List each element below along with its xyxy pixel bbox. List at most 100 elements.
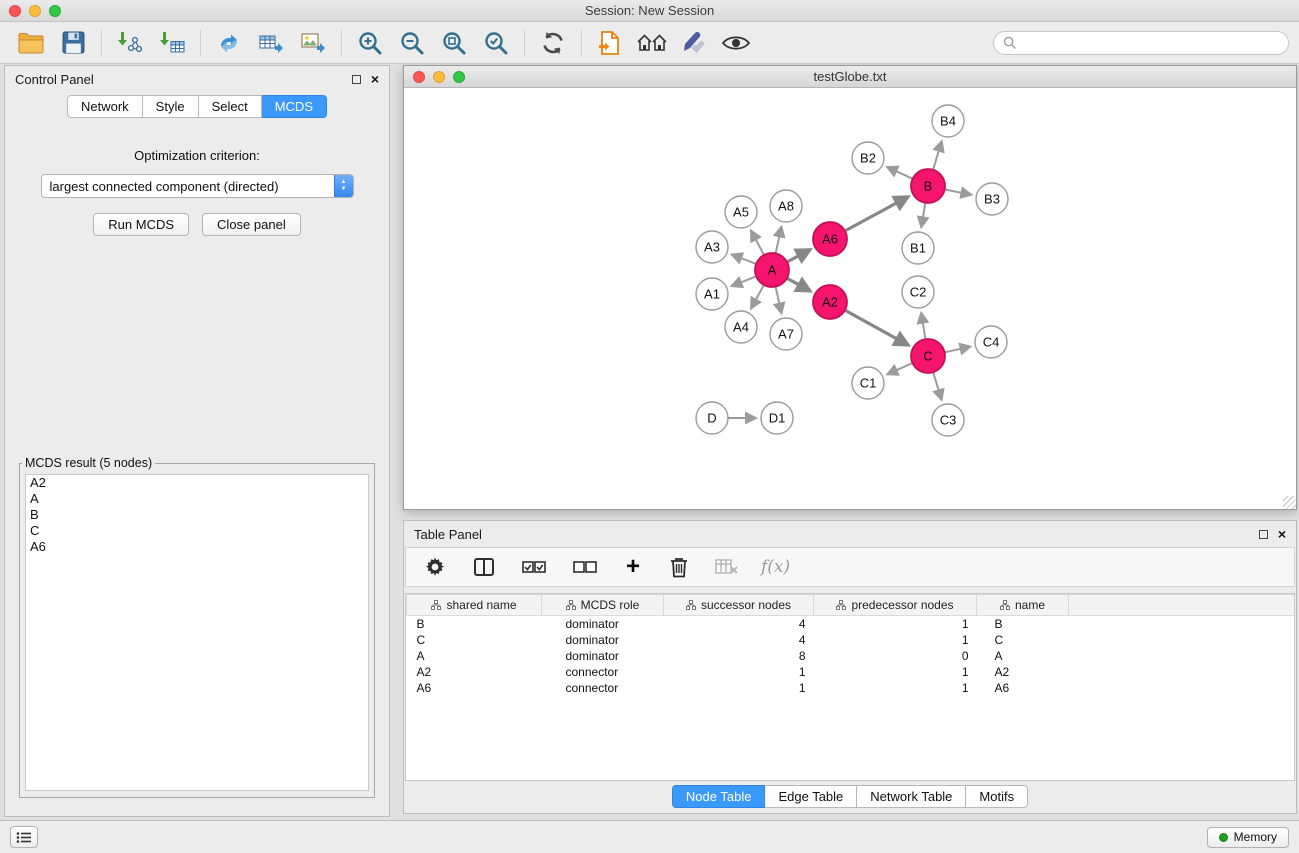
task-history-button[interactable]: [10, 826, 38, 848]
select-all-button[interactable]: [518, 549, 550, 585]
column-header-name[interactable]: name: [977, 595, 1069, 616]
node-B2[interactable]: B2: [852, 142, 884, 174]
mcds-result-item[interactable]: C: [26, 523, 368, 539]
export-image-button[interactable]: [292, 25, 334, 61]
resize-handle[interactable]: [1283, 496, 1296, 509]
mcds-result-item[interactable]: A2: [26, 475, 368, 491]
combo-stepper-icon[interactable]: ▲▼: [334, 174, 353, 198]
optimization-criterion-select[interactable]: largest connected component (directed) ▲…: [41, 174, 354, 198]
edge-A-A5[interactable]: [751, 231, 764, 256]
delete-table-button[interactable]: [712, 549, 742, 585]
edge-A-A4[interactable]: [751, 285, 764, 309]
import-table-button[interactable]: [151, 25, 193, 61]
edge-B-B1[interactable]: [921, 203, 925, 228]
document-button[interactable]: [589, 25, 631, 61]
show-hide-button[interactable]: [715, 25, 757, 61]
edge-A6-B[interactable]: [845, 197, 909, 231]
node-C4[interactable]: C4: [975, 326, 1007, 358]
node-B[interactable]: B: [911, 169, 945, 203]
network-close-button[interactable]: [413, 71, 425, 83]
node-B1[interactable]: B1: [902, 232, 934, 264]
node-A4[interactable]: A4: [725, 311, 757, 343]
edge-A-A7[interactable]: [776, 287, 782, 314]
table-tab-edge-table[interactable]: Edge Table: [765, 785, 857, 808]
table-row[interactable]: Bdominator41B: [407, 616, 1295, 632]
mcds-result-list[interactable]: A2ABCA6: [25, 474, 369, 791]
control-tab-select[interactable]: Select: [199, 95, 262, 118]
edge-C-C4[interactable]: [945, 347, 971, 353]
close-panel-icon[interactable]: ×: [371, 72, 379, 86]
control-tab-network[interactable]: Network: [67, 95, 143, 118]
edge-A-A6[interactable]: [787, 249, 811, 262]
edge-C-C1[interactable]: [887, 363, 912, 374]
zoom-out-button[interactable]: [391, 25, 433, 61]
node-D1[interactable]: D1: [761, 402, 793, 434]
search-field[interactable]: [993, 31, 1289, 55]
close-panel-button[interactable]: Close panel: [202, 213, 301, 236]
run-mcds-button[interactable]: Run MCDS: [93, 213, 189, 236]
edge-A-A8[interactable]: [776, 227, 782, 254]
close-window-button[interactable]: [9, 5, 21, 17]
mcds-result-item[interactable]: B: [26, 507, 368, 523]
node-A7[interactable]: A7: [770, 318, 802, 350]
edge-B-B4[interactable]: [933, 141, 942, 170]
edge-C-C3[interactable]: [933, 372, 942, 400]
node-C[interactable]: C: [911, 339, 945, 373]
node-A[interactable]: A: [755, 253, 789, 287]
float-table-panel-icon[interactable]: [1259, 530, 1268, 539]
delete-column-button[interactable]: [665, 549, 693, 585]
edge-A-A3[interactable]: [732, 255, 757, 264]
node-A3[interactable]: A3: [696, 231, 728, 263]
column-header-successor-nodes[interactable]: successor nodes: [664, 595, 814, 616]
node-C3[interactable]: C3: [932, 404, 964, 436]
mcds-result-item[interactable]: A6: [26, 539, 368, 555]
mcds-result-item[interactable]: A: [26, 491, 368, 507]
edge-A-A2[interactable]: [787, 278, 811, 291]
node-C1[interactable]: C1: [852, 367, 884, 399]
zoom-window-button[interactable]: [49, 5, 61, 17]
control-tab-style[interactable]: Style: [143, 95, 199, 118]
network-graph[interactable]: B4B2BB3A5A8A6A3B1AC2A1A2A4A7C4CC1C3DD1: [404, 88, 1296, 509]
home-button[interactable]: [631, 25, 673, 61]
deselect-all-button[interactable]: [569, 549, 601, 585]
table-settings-button[interactable]: [420, 549, 450, 585]
zoom-fit-button[interactable]: [433, 25, 475, 61]
node-D[interactable]: D: [696, 402, 728, 434]
table-row[interactable]: Adominator80A: [407, 648, 1295, 664]
node-A5[interactable]: A5: [725, 196, 757, 228]
table-row[interactable]: A2connector11A2: [407, 664, 1295, 680]
network-window-titlebar[interactable]: testGlobe.txt: [404, 66, 1296, 88]
control-tab-mcds[interactable]: MCDS: [262, 95, 327, 118]
memory-button[interactable]: Memory: [1207, 827, 1289, 848]
add-column-button[interactable]: +: [620, 549, 646, 585]
refresh-button[interactable]: [532, 25, 574, 61]
import-network-button[interactable]: [109, 25, 151, 61]
node-B3[interactable]: B3: [976, 183, 1008, 215]
table-tab-motifs[interactable]: Motifs: [966, 785, 1028, 808]
column-header-shared-name[interactable]: shared name: [407, 595, 542, 616]
edge-A-A1[interactable]: [732, 276, 757, 286]
table-row[interactable]: Cdominator41C: [407, 632, 1295, 648]
table-tab-node-table[interactable]: Node Table: [672, 785, 766, 808]
zoom-selected-button[interactable]: [475, 25, 517, 61]
minimize-window-button[interactable]: [29, 5, 41, 17]
table-row[interactable]: A6connector11A6: [407, 680, 1295, 696]
zoom-in-button[interactable]: [349, 25, 391, 61]
edge-B-B3[interactable]: [945, 189, 972, 194]
node-A2[interactable]: A2: [813, 285, 847, 319]
open-session-button[interactable]: [10, 25, 52, 61]
function-builder-button[interactable]: f(x): [761, 557, 790, 577]
edge-C-C2[interactable]: [921, 313, 925, 340]
column-header-mcds-role[interactable]: MCDS role: [542, 595, 664, 616]
export-table-button[interactable]: [250, 25, 292, 61]
save-session-button[interactable]: [52, 25, 94, 61]
network-minimize-button[interactable]: [433, 71, 445, 83]
node-C2[interactable]: C2: [902, 276, 934, 308]
table-tab-network-table[interactable]: Network Table: [857, 785, 966, 808]
node-A1[interactable]: A1: [696, 278, 728, 310]
network-zoom-button[interactable]: [453, 71, 465, 83]
apply-style-button[interactable]: [673, 25, 715, 61]
edge-B-B2[interactable]: [887, 167, 913, 179]
node-A6[interactable]: A6: [813, 222, 847, 256]
node-A8[interactable]: A8: [770, 190, 802, 222]
